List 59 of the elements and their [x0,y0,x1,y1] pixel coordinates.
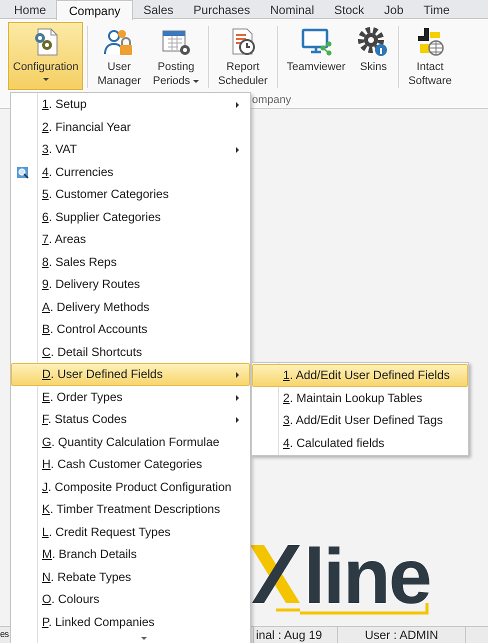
menu-item[interactable]: 3. Add/Edit User Defined Tags [252,409,468,432]
monitor-share-icon [300,26,332,56]
menu-item[interactable]: 8. Sales Reps [11,250,250,273]
logo-text: line [304,545,430,607]
gear-info-icon [357,26,390,56]
magnifier-icon [17,166,29,178]
menu-item[interactable]: H. Cash Customer Categories [11,453,250,476]
submenu-arrow-icon [236,417,239,423]
ribbon-tab[interactable]: Nominal [260,0,324,19]
menu-item[interactable]: C. Detail Shortcuts [11,340,250,363]
group-label: ompany [252,94,292,106]
menu-item[interactable]: 1. Setup [11,93,250,116]
menu-item[interactable]: 6. Supplier Categories [11,206,250,228]
menu-item[interactable]: 5. Customer Categories [11,183,250,206]
menu-item[interactable]: F. Status Codes [11,408,250,430]
ribbon-button[interactable]: Skins [352,22,394,90]
status-text: inal : Aug 19 [256,627,322,643]
ribbon-button[interactable]: Report Scheduler [213,22,273,90]
menu-item[interactable]: L. Credit Request Types [11,520,250,543]
menu-item[interactable]: N. Rebate Types [11,566,250,588]
caret-icon [193,80,200,82]
menu-item[interactable]: 4. Currencies [11,160,250,183]
ribbon-tab[interactable]: Sales [133,0,184,19]
ribbon-button[interactable]: Configuration [8,22,84,90]
menu-item[interactable]: 3. VAT [11,138,250,160]
ribbon-tab[interactable]: Job [374,0,414,19]
menu-item[interactable]: 2. Maintain Lookup Tables [252,386,468,409]
ribbon-tab[interactable]: Time [414,0,460,19]
status-text: User : ADMIN [364,627,438,643]
menu-item[interactable]: O. Colours [11,588,250,610]
ribbon-button[interactable]: User Manager [92,22,146,90]
ribbon-tab[interactable]: Home [4,0,56,19]
status-text: es [0,628,9,642]
logo-underline-icon [300,603,430,615]
menu-item[interactable]: 7. Areas [11,228,250,250]
menu-item[interactable]: 2. Financial Year [11,116,250,138]
menu-item[interactable]: G. Quantity Calculation Formulae [11,430,250,453]
menu-item[interactable]: D. User Defined Fields [11,363,250,386]
submenu-arrow-icon [236,394,239,400]
submenu-arrow-icon [236,102,239,108]
menu-item[interactable]: P. Linked Companies [11,610,250,633]
ribbon-tab[interactable]: Purchases [183,0,260,19]
ribbon-tab[interactable]: Company [56,0,134,20]
menu-item[interactable]: B. Control Accounts [11,318,250,340]
menu-item[interactable]: M. Branch Details [11,543,250,566]
menu-item[interactable]: K. Timber Treatment Descriptions [11,498,250,520]
menu-item[interactable]: J. Composite Product Configuration [11,476,250,498]
menu-item[interactable]: E. Order Types [11,386,250,408]
submenu-arrow-icon [236,372,239,378]
menu-item[interactable]: A. Delivery Methods [11,296,250,318]
menu-item[interactable]: 4. Calculated fields [252,432,468,454]
ribbon-button[interactable]: Intact Software [403,22,457,90]
ribbon-tab[interactable]: Stock [324,0,374,19]
menu-item[interactable]: 9. Delivery Routes [11,273,250,296]
caret-icon [42,78,49,81]
submenu-arrow-icon [236,147,239,153]
menu-item[interactable]: 1. Add/Edit User Defined Fields [252,364,468,386]
ribbon-button[interactable]: Teamviewer [282,22,350,90]
ribbon-button[interactable]: Posting Periods [148,22,204,90]
